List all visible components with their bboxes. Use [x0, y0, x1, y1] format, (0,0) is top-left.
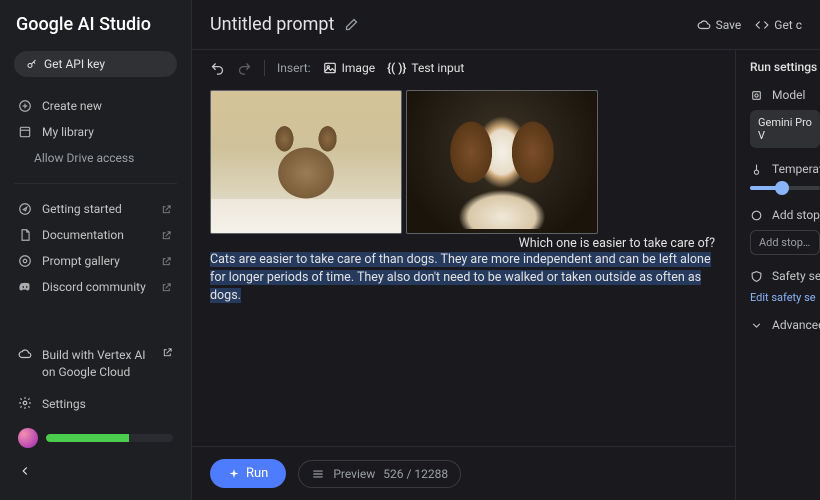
spark-icon: [228, 468, 240, 480]
token-count: 526 / 12288: [383, 467, 448, 481]
avatar[interactable]: [18, 428, 38, 448]
external-icon: [159, 202, 173, 216]
model-icon: [750, 89, 764, 102]
toolbar: Insert: Image {( )}Test input: [192, 50, 735, 86]
insert-label: Insert:: [277, 61, 311, 75]
advanced-settings-toggle[interactable]: Advanced set: [750, 318, 820, 332]
sidebar-item-settings[interactable]: Settings: [0, 388, 191, 420]
preview-toggle[interactable]: Preview 526 / 12288: [298, 460, 461, 488]
thermometer-icon: [750, 163, 764, 176]
edit-safety-link[interactable]: Edit safety se: [750, 291, 820, 304]
user-prompt-text[interactable]: Which one is easier to take care of?: [210, 236, 717, 251]
run-settings-panel: Run settings Model Gemini Pro V Temperat…: [735, 50, 820, 500]
shield-icon: [750, 270, 764, 283]
get-code-button[interactable]: Get c: [755, 18, 802, 32]
insert-image-button[interactable]: Image: [323, 61, 375, 75]
image-icon: [323, 61, 337, 75]
prompt-title: Untitled prompt: [210, 14, 334, 35]
gear-icon: [18, 396, 32, 410]
sidebar-item-prompt-gallery[interactable]: Prompt gallery: [0, 248, 191, 274]
temperature-slider[interactable]: [750, 186, 820, 190]
uploaded-image-cat[interactable]: [210, 90, 402, 234]
library-icon: [18, 125, 32, 139]
external-icon: [159, 254, 173, 268]
key-icon: [26, 58, 38, 70]
uploaded-image-dog[interactable]: [406, 90, 598, 234]
api-key-label: Get API key: [44, 57, 105, 71]
external-icon: [159, 228, 173, 242]
stop-sequence-input[interactable]: Add stop…: [750, 230, 820, 255]
circle-icon: [750, 209, 764, 222]
usage-bar: [46, 434, 173, 442]
sidebar-item-create-new[interactable]: Create new: [0, 93, 191, 119]
external-icon: [162, 347, 173, 358]
compass-icon: [18, 202, 32, 216]
settings-title: Run settings: [750, 60, 820, 74]
sidebar-item-getting-started[interactable]: Getting started: [0, 196, 191, 222]
sidebar-item-my-library[interactable]: My library: [0, 119, 191, 145]
undo-button[interactable]: [210, 61, 225, 76]
chevron-down-icon: [750, 319, 764, 332]
model-select[interactable]: Gemini Pro V: [750, 110, 820, 148]
discord-icon: [18, 280, 32, 294]
edit-title-icon[interactable]: [344, 17, 359, 32]
collapse-sidebar-button[interactable]: [0, 456, 191, 486]
sidebar-item-discord[interactable]: Discord community: [0, 274, 191, 300]
main: Untitled prompt Save Get c Insert: Image…: [192, 0, 820, 500]
titlebar: Untitled prompt Save Get c: [192, 0, 820, 50]
sidebar-item-drive-access[interactable]: Allow Drive access: [0, 145, 191, 171]
redo-button[interactable]: [237, 61, 252, 76]
insert-test-input-button[interactable]: {( )}Test input: [387, 61, 464, 75]
code-icon: [755, 18, 769, 32]
save-button[interactable]: Save: [697, 18, 742, 32]
runbar: Run Preview 526 / 12288: [192, 446, 735, 500]
editor-area[interactable]: Which one is easier to take care of? Cat…: [192, 86, 735, 446]
divider: [14, 183, 177, 184]
sidebar-item-documentation[interactable]: Documentation: [0, 222, 191, 248]
sidebar-item-vertex[interactable]: Build with Vertex AI on Google Cloud: [0, 339, 191, 387]
doc-icon: [18, 228, 32, 242]
run-button[interactable]: Run: [210, 459, 286, 488]
cloud-icon: [18, 347, 32, 361]
sidebar: Google AI Studio Get API key Create new …: [0, 0, 192, 500]
app-logo: Google AI Studio: [0, 14, 191, 51]
external-icon: [159, 280, 173, 294]
usage-indicator: [0, 420, 191, 456]
braces-icon: {( )}: [387, 61, 406, 75]
gallery-icon: [18, 254, 32, 268]
plus-circle-icon: [18, 99, 32, 113]
list-icon: [311, 467, 325, 481]
cloud-save-icon: [697, 18, 711, 32]
get-api-key-button[interactable]: Get API key: [14, 51, 177, 77]
model-response-text[interactable]: Cats are easier to take care of than dog…: [210, 251, 717, 305]
